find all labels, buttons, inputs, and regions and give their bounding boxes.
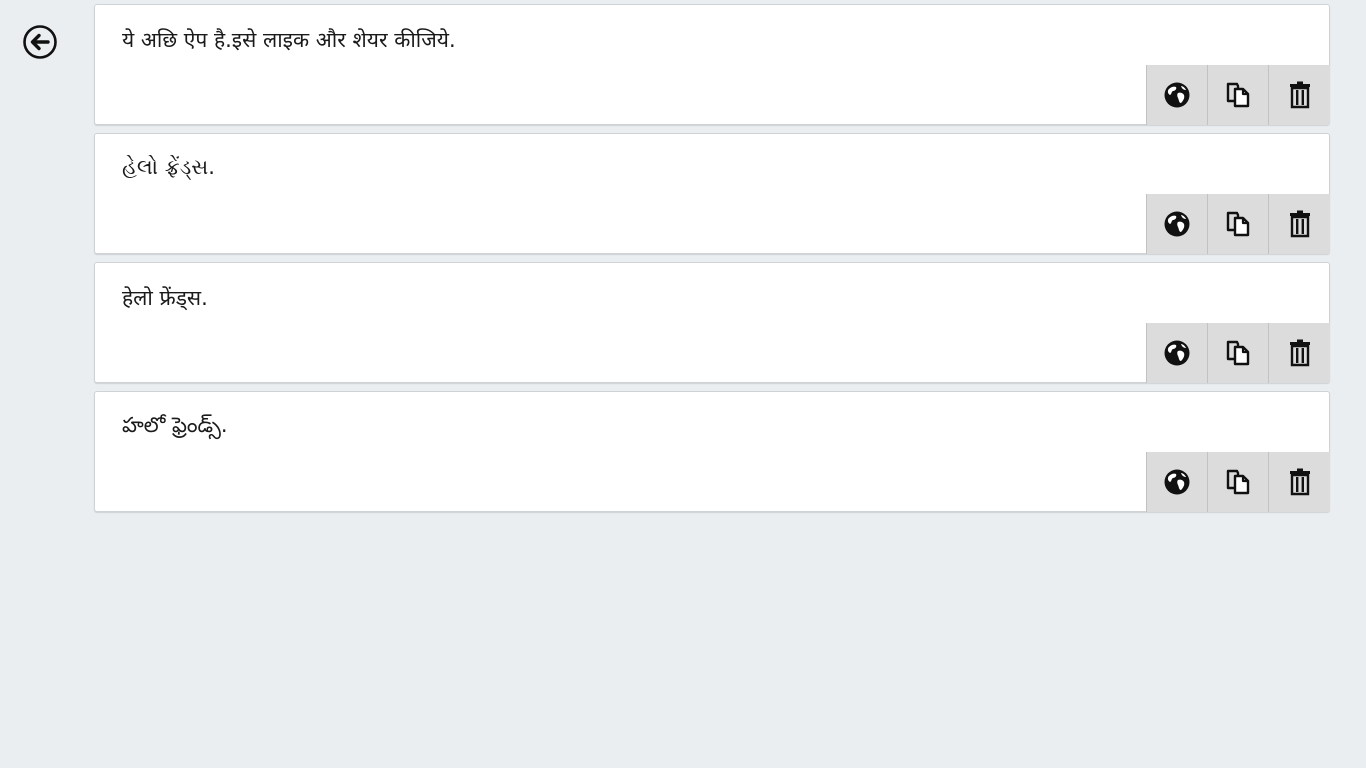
copy-button[interactable]	[1207, 65, 1268, 125]
back-arrow-circle-icon	[22, 24, 58, 60]
globe-icon	[1163, 210, 1191, 238]
phrase-card: हेलो फ्रेंड्स.	[94, 262, 1330, 383]
copy-button[interactable]	[1207, 194, 1268, 254]
card-actions	[1146, 194, 1330, 254]
phrase-card: હેલો ફ્રેંડ્સ.	[94, 133, 1330, 254]
translate-button[interactable]	[1146, 194, 1207, 254]
translate-button[interactable]	[1146, 452, 1207, 512]
trash-icon	[1288, 81, 1312, 109]
phrase-card: ये अछि ऐप है.इसे लाइक और शेयर कीजिये.	[94, 4, 1330, 125]
translate-button[interactable]	[1146, 323, 1207, 383]
card-actions	[1146, 452, 1330, 512]
copy-icon	[1224, 468, 1252, 496]
back-button[interactable]	[22, 24, 58, 60]
delete-button[interactable]	[1268, 194, 1330, 254]
globe-icon	[1163, 339, 1191, 367]
trash-icon	[1288, 468, 1312, 496]
phrase-list: ये अछि ऐप है.इसे लाइक और शेयर कीजिये. હે…	[94, 4, 1330, 520]
phrase-text: हेलो फ्रेंड्स.	[122, 286, 208, 310]
globe-icon	[1163, 81, 1191, 109]
trash-icon	[1288, 210, 1312, 238]
card-actions	[1146, 65, 1330, 125]
delete-button[interactable]	[1268, 452, 1330, 512]
delete-button[interactable]	[1268, 323, 1330, 383]
card-actions	[1146, 323, 1330, 383]
phrase-card: హలో ఫ్రెండ్స్.	[94, 391, 1330, 512]
copy-button[interactable]	[1207, 323, 1268, 383]
phrase-text: హలో ఫ్రెండ్స్.	[122, 413, 228, 437]
globe-icon	[1163, 468, 1191, 496]
delete-button[interactable]	[1268, 65, 1330, 125]
phrase-text: ये अछि ऐप है.इसे लाइक और शेयर कीजिये.	[122, 28, 456, 52]
translate-button[interactable]	[1146, 65, 1207, 125]
trash-icon	[1288, 339, 1312, 367]
copy-icon	[1224, 81, 1252, 109]
copy-icon	[1224, 339, 1252, 367]
phrase-text: હેલો ફ્રેંડ્સ.	[122, 155, 215, 179]
copy-button[interactable]	[1207, 452, 1268, 512]
copy-icon	[1224, 210, 1252, 238]
